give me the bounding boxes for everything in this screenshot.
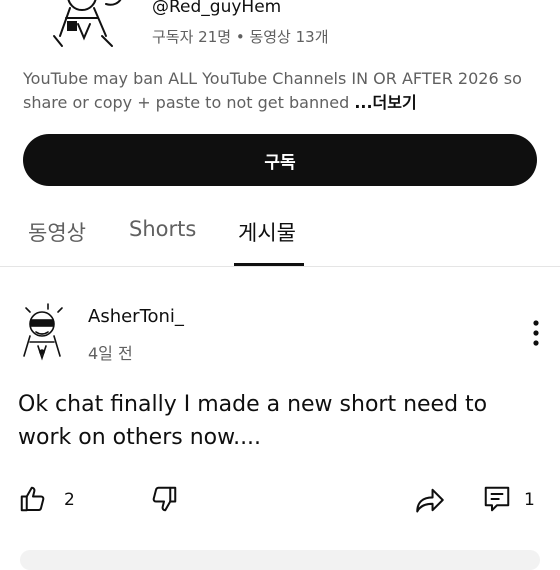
thumbs-down-icon[interactable]: [149, 484, 179, 514]
channel-stats: 구독자 21명 • 동영상 13개: [152, 28, 329, 46]
post-time: 4일 전: [88, 344, 133, 363]
tab-videos[interactable]: 동영상: [28, 217, 86, 247]
post-text: Ok chat finally I made a new short need …: [18, 392, 488, 450]
comment-icon[interactable]: [482, 484, 512, 514]
share-icon[interactable]: [414, 486, 446, 514]
tab-shorts[interactable]: Shorts: [129, 217, 196, 241]
channel-handle[interactable]: @Red_guyHem: [152, 0, 281, 17]
subscribe-button[interactable]: 구독: [23, 134, 537, 186]
comment-count: 1: [524, 490, 535, 510]
tab-posts[interactable]: 게시물: [238, 217, 296, 247]
more-link[interactable]: ...더보기: [354, 93, 416, 112]
post-author-name[interactable]: AsherToni_: [88, 306, 184, 327]
like-count: 2: [64, 490, 75, 510]
tab-divider: [0, 266, 560, 267]
more-vert-icon[interactable]: [527, 318, 545, 348]
description-text: YouTube may ban ALL YouTube Channels IN …: [23, 69, 522, 112]
channel-avatar[interactable]: [36, 0, 132, 48]
channel-description[interactable]: YouTube may ban ALL YouTube Channels IN …: [23, 67, 538, 114]
next-post-preview: [20, 550, 540, 570]
post-author-avatar[interactable]: [18, 302, 70, 362]
thumbs-up-icon[interactable]: [18, 484, 48, 514]
